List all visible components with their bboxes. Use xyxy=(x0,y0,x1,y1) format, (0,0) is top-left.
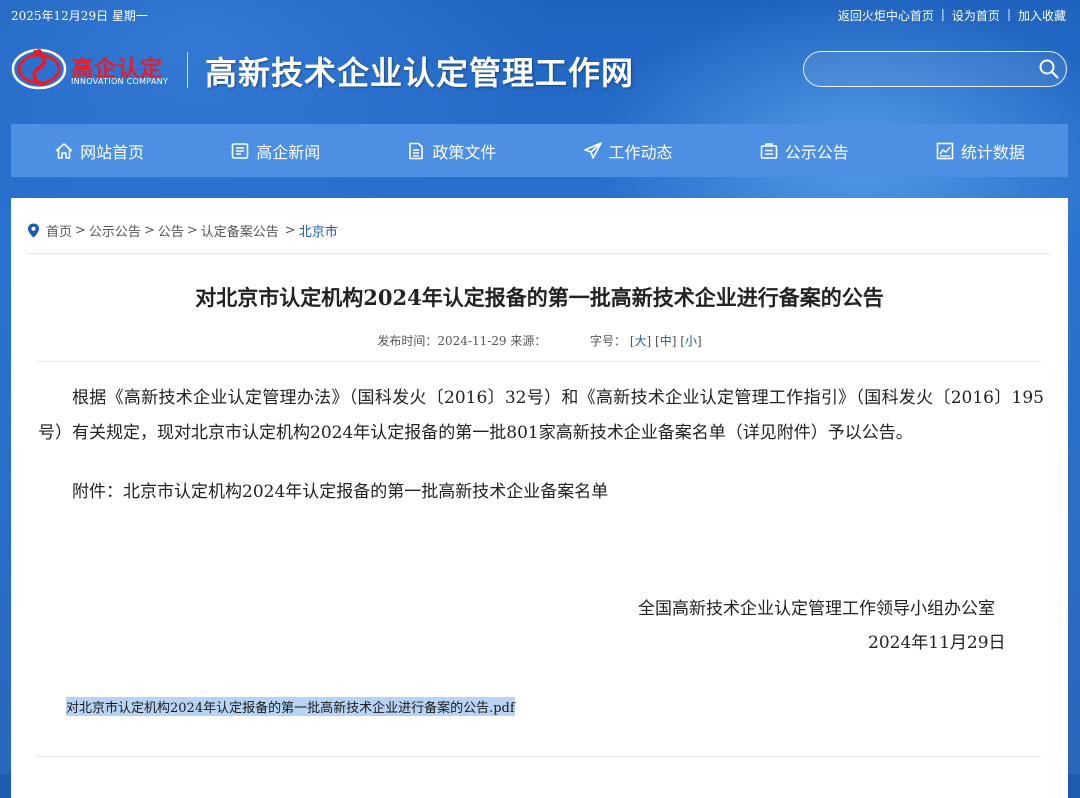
breadcrumb-filing[interactable]: 认定备案公告 xyxy=(201,221,279,240)
news-icon xyxy=(231,142,249,159)
nav-item-news[interactable]: 高企新闻 xyxy=(230,139,320,163)
article-paragraph: 根据《高新技术企业认定管理办法》（国科发火〔2016〕32号）和《高新技术企业认… xyxy=(38,388,1044,443)
nav-item-label: 网站首页 xyxy=(80,142,145,162)
notice-icon xyxy=(760,142,777,159)
font-size-label: 字号： xyxy=(590,334,627,348)
nav-item-label: 统计数据 xyxy=(960,142,1025,162)
document-icon xyxy=(409,142,424,159)
return-home-link[interactable]: 返回火炬中心首页 xyxy=(838,7,934,24)
article-body: 根据《高新技术企业认定管理办法》（国科发火〔2016〕32号）和《高新技术企业认… xyxy=(38,381,1044,510)
nav-item-label: 工作动态 xyxy=(608,142,673,162)
logo-subtext: INNOVATION COMPANY xyxy=(71,77,169,86)
set-homepage-link[interactable]: 设为首页 xyxy=(952,7,1000,24)
search-input[interactable] xyxy=(816,59,1030,81)
site-logo[interactable]: 高企认定 INNOVATION COMPANY 高新技术企业认定管理工作网 xyxy=(11,40,691,96)
site-title: 高新技术企业认定管理工作网 xyxy=(205,54,635,92)
top-bar: 2025年12月29日 星期一 返回火炬中心首页 | 设为首页 | 加入收藏 xyxy=(0,0,1080,28)
nav-item-policy[interactable]: 政策文件 xyxy=(406,139,496,163)
breadcrumb-separator: > xyxy=(186,223,198,238)
article-panel: 首页 > 公示公告 > 公告 > 认定备案公告 > 北京市 对北京市认定机构20… xyxy=(11,198,1068,798)
nav-item-label: 公示公告 xyxy=(784,142,849,162)
breadcrumb-notices[interactable]: 公示公告 xyxy=(89,221,141,240)
location-pin-icon xyxy=(28,223,39,238)
breadcrumb: 首页 > 公示公告 > 公告 > 认定备案公告 > 北京市 xyxy=(27,221,338,240)
article-title: 对北京市认定机构2024年认定报备的第一批高新技术企业进行备案的公告 xyxy=(195,285,884,310)
signature: 全国高新技术企业认定管理工作领导小组办公室 xyxy=(638,599,995,619)
nav-item-statistics[interactable]: 统计数据 xyxy=(935,139,1025,163)
font-size-medium[interactable]: 中 xyxy=(660,334,672,348)
chart-icon xyxy=(936,142,954,159)
signature-date: 2024年11月29日 xyxy=(868,633,1006,653)
paper-plane-icon xyxy=(583,141,602,159)
font-size-small[interactable]: 小 xyxy=(685,334,697,348)
separator: | xyxy=(940,7,945,21)
breadcrumb-home[interactable]: 首页 xyxy=(46,221,72,240)
nav-item-updates[interactable]: 工作动态 xyxy=(583,139,673,163)
logo-emblem-icon xyxy=(11,48,67,90)
nav-item-label: 政策文件 xyxy=(432,142,497,162)
article-meta: 发布时间：2024-11-29 来源： 字号： [大] [中] [小] xyxy=(377,334,702,348)
breadcrumb-announcement[interactable]: 公告 xyxy=(158,221,184,240)
add-favorite-link[interactable]: 加入收藏 xyxy=(1018,7,1066,24)
publish-info: 发布时间：2024-11-29 来源： xyxy=(377,334,547,348)
breadcrumb-separator: > xyxy=(284,223,296,238)
divider xyxy=(27,253,1050,254)
font-size-large[interactable]: 大 xyxy=(635,334,647,348)
home-icon xyxy=(55,142,73,159)
pdf-attachment-link[interactable]: 对北京市认定机构2024年认定报备的第一批高新技术企业进行备案的公告.pdf xyxy=(66,697,515,716)
current-date: 2025年12月29日 星期一 xyxy=(11,9,148,23)
nav-item-label: 高企新闻 xyxy=(256,142,321,162)
main-nav: 网站首页 高企新闻 政策文件 工作动态 公示公告 统计数据 xyxy=(11,124,1068,177)
separator: | xyxy=(1006,7,1011,21)
top-links: 返回火炬中心首页 | 设为首页 | 加入收藏 xyxy=(838,7,1066,24)
search-box xyxy=(803,51,1067,87)
breadcrumb-current[interactable]: 北京市 xyxy=(299,221,338,240)
search-icon[interactable] xyxy=(1038,58,1060,80)
divider xyxy=(38,756,1041,757)
attachment-note: 附件：北京市认定机构2024年认定报备的第一批高新技术企业备案名单 xyxy=(72,482,609,502)
divider xyxy=(38,361,1041,362)
logo-divider xyxy=(187,52,188,88)
nav-item-notices[interactable]: 公示公告 xyxy=(759,139,849,163)
breadcrumb-separator: > xyxy=(143,223,155,238)
nav-item-home[interactable]: 网站首页 xyxy=(54,139,144,163)
breadcrumb-separator: > xyxy=(75,223,86,238)
